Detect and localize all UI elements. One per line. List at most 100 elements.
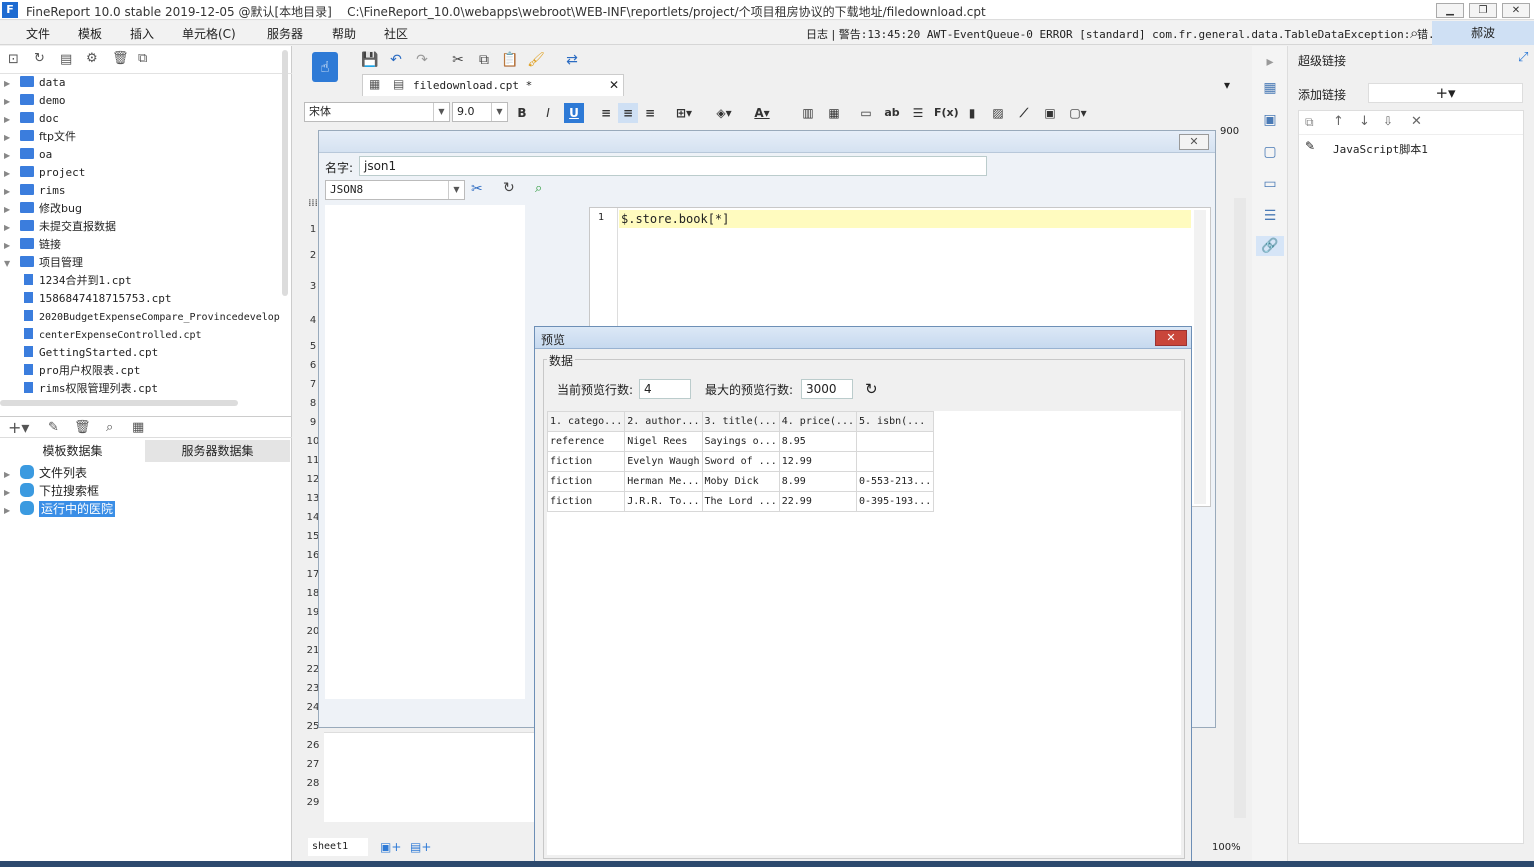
- move-up-icon[interactable]: ↑: [1333, 114, 1344, 129]
- close-preview-button[interactable]: ✕: [1155, 330, 1187, 346]
- sheet-tab[interactable]: sheet1: [308, 838, 368, 856]
- close-button[interactable]: ✕: [1502, 3, 1530, 18]
- log-warning[interactable]: 日志 | 警告:13:45:20 AWT-EventQueue-0 ERROR …: [806, 26, 1448, 42]
- format-painter-icon[interactable]: 🖌: [526, 50, 546, 70]
- menu-insert[interactable]: 插入: [130, 25, 154, 42]
- merge-icon[interactable]: ▥: [798, 103, 818, 123]
- tree-folder[interactable]: ▶ 未提交直报数据: [0, 218, 116, 236]
- add-sheet-icon[interactable]: ▣+: [380, 840, 401, 854]
- expand-icon[interactable]: ▶: [4, 93, 14, 111]
- expand-icon[interactable]: ▶: [4, 75, 14, 93]
- save-icon[interactable]: 💾: [360, 50, 380, 70]
- max-rows-input[interactable]: 3000: [801, 379, 853, 399]
- table-cell[interactable]: The Lord ...: [701, 491, 780, 512]
- formula-icon[interactable]: F(x): [934, 103, 959, 123]
- table-cell[interactable]: J.R.R. To...: [624, 491, 703, 512]
- italic-icon[interactable]: I: [538, 103, 558, 123]
- preview-icon[interactable]: ⌕: [535, 181, 542, 196]
- image-icon[interactable]: ▨: [988, 103, 1008, 123]
- expand-icon[interactable]: ▶: [4, 219, 14, 237]
- collapse-panel-icon[interactable]: ▸: [1260, 52, 1280, 72]
- tree-file[interactable]: centerExpenseControlled.cpt: [0, 326, 202, 344]
- dataset-item[interactable]: ▶ 文件列表: [0, 464, 87, 482]
- delete-icon[interactable]: 🗑: [112, 51, 129, 66]
- user-name[interactable]: 郝波: [1432, 21, 1534, 45]
- hyperlink-icon[interactable]: 🔗: [1256, 236, 1284, 256]
- tree-file[interactable]: pro用户权限表.cpt: [0, 362, 140, 380]
- minimize-button[interactable]: ▁: [1436, 3, 1464, 18]
- row-number[interactable]: 26: [304, 740, 322, 751]
- add-dataset-icon[interactable]: +▾: [8, 418, 29, 437]
- tab-server-dataset[interactable]: 服务器数据集: [145, 440, 290, 462]
- expand-icon[interactable]: ▶: [4, 165, 14, 183]
- close-tab-icon[interactable]: ✕: [609, 78, 619, 92]
- redo-icon[interactable]: ↷: [412, 50, 432, 70]
- align-center-icon[interactable]: ≡: [618, 103, 638, 123]
- table-cell[interactable]: reference: [546, 431, 626, 452]
- new-folder-icon[interactable]: ⊡: [8, 52, 19, 67]
- border-icon[interactable]: ⊞▾: [674, 103, 694, 123]
- current-rows-input[interactable]: 4: [639, 379, 691, 399]
- tree-folder[interactable]: ▶ oa: [0, 146, 52, 164]
- column-header[interactable]: 5. isbn(...: [855, 411, 935, 432]
- row-number[interactable]: 27: [304, 759, 322, 770]
- tree-folder[interactable]: ▶ 链接: [0, 236, 61, 254]
- table-cell[interactable]: Moby Dick: [701, 471, 780, 492]
- tree-hscrollbar[interactable]: [0, 400, 238, 406]
- cell-element-icon[interactable]: ▢: [1260, 142, 1280, 162]
- close-dialog-button[interactable]: ✕: [1179, 134, 1209, 150]
- table-cell[interactable]: Sayings o...: [701, 431, 780, 452]
- table-cell[interactable]: fiction: [546, 491, 626, 512]
- tree-file[interactable]: 1586847418715753.cpt: [0, 290, 171, 308]
- paste-icon[interactable]: 📋: [500, 50, 520, 70]
- source-select[interactable]: JSON8 ▼: [325, 180, 465, 200]
- menu-file[interactable]: 文件: [26, 25, 50, 42]
- expand-icon[interactable]: ▶: [4, 237, 14, 255]
- font-color-icon[interactable]: A▾: [752, 103, 772, 123]
- table-cell[interactable]: 12.99: [778, 451, 858, 472]
- copy-icon[interactable]: ⧉: [138, 51, 147, 66]
- dataset-name-input[interactable]: json1: [359, 156, 987, 176]
- sort-icon[interactable]: ⇩: [1383, 114, 1393, 128]
- table-cell[interactable]: Sword of ...: [701, 451, 780, 472]
- font-name-select[interactable]: 宋体 ▼: [304, 102, 450, 122]
- tree-folder[interactable]: ▶ demo: [0, 92, 66, 110]
- frozen-icon[interactable]: ▢▾: [1068, 103, 1088, 123]
- settings-icon[interactable]: ⚙: [86, 51, 98, 66]
- table-cell[interactable]: fiction: [546, 451, 626, 472]
- table-cell[interactable]: fiction: [546, 471, 626, 492]
- subreport-icon[interactable]: ▣: [1040, 103, 1060, 123]
- add-link-dropdown[interactable]: +▾: [1368, 83, 1523, 103]
- table-cell[interactable]: 0-395-193...: [855, 491, 935, 512]
- search-icon[interactable]: ⌕: [1410, 24, 1418, 42]
- copy-icon[interactable]: ⧉: [474, 50, 494, 70]
- link-item[interactable]: ✎ JavaScript脚本1: [1299, 137, 1523, 157]
- table-cell[interactable]: Herman Me...: [624, 471, 703, 492]
- cut-icon[interactable]: ✂: [448, 50, 468, 70]
- slash-icon[interactable]: ⟋: [1014, 103, 1034, 123]
- code-line[interactable]: $.store.book[*]: [619, 210, 1191, 228]
- menu-help[interactable]: 帮助: [332, 25, 356, 42]
- align-left-icon[interactable]: ≡: [596, 103, 616, 123]
- tree-file[interactable]: 2020BudgetExpenseCompare_Provincedevelop: [0, 308, 280, 326]
- swap-icon[interactable]: ⇄: [562, 50, 582, 70]
- maximize-button[interactable]: ❐: [1469, 3, 1497, 18]
- font-size-select[interactable]: 9.0 ▼: [452, 102, 508, 122]
- text-icon[interactable]: ab: [882, 103, 902, 123]
- tab-filedownload[interactable]: ▦ ▤ filedownload.cpt * ✕: [362, 74, 624, 96]
- widget-icon[interactable]: ▭: [1260, 174, 1280, 194]
- expand-icon[interactable]: ▶: [4, 502, 14, 520]
- delete-dataset-icon[interactable]: 🗑: [74, 420, 91, 435]
- cell-icon[interactable]: ▭: [856, 103, 876, 123]
- zoom-level[interactable]: 100%: [1212, 842, 1241, 853]
- refresh-preview-icon[interactable]: ↻: [865, 380, 878, 398]
- tree-folder[interactable]: ▶ 修改bug: [0, 200, 82, 218]
- table-cell[interactable]: 22.99: [778, 491, 858, 512]
- bold-icon[interactable]: B: [512, 103, 532, 123]
- dataset-item[interactable]: ▶ 下拉搜索框: [0, 482, 99, 500]
- tree-folder[interactable]: ▼ 项目管理: [0, 254, 83, 272]
- column-header[interactable]: 2. author...: [624, 411, 703, 432]
- grid-vscrollbar[interactable]: [1234, 198, 1246, 818]
- table-cell[interactable]: Nigel Rees: [624, 431, 703, 452]
- table-cell[interactable]: 8.99: [778, 471, 858, 492]
